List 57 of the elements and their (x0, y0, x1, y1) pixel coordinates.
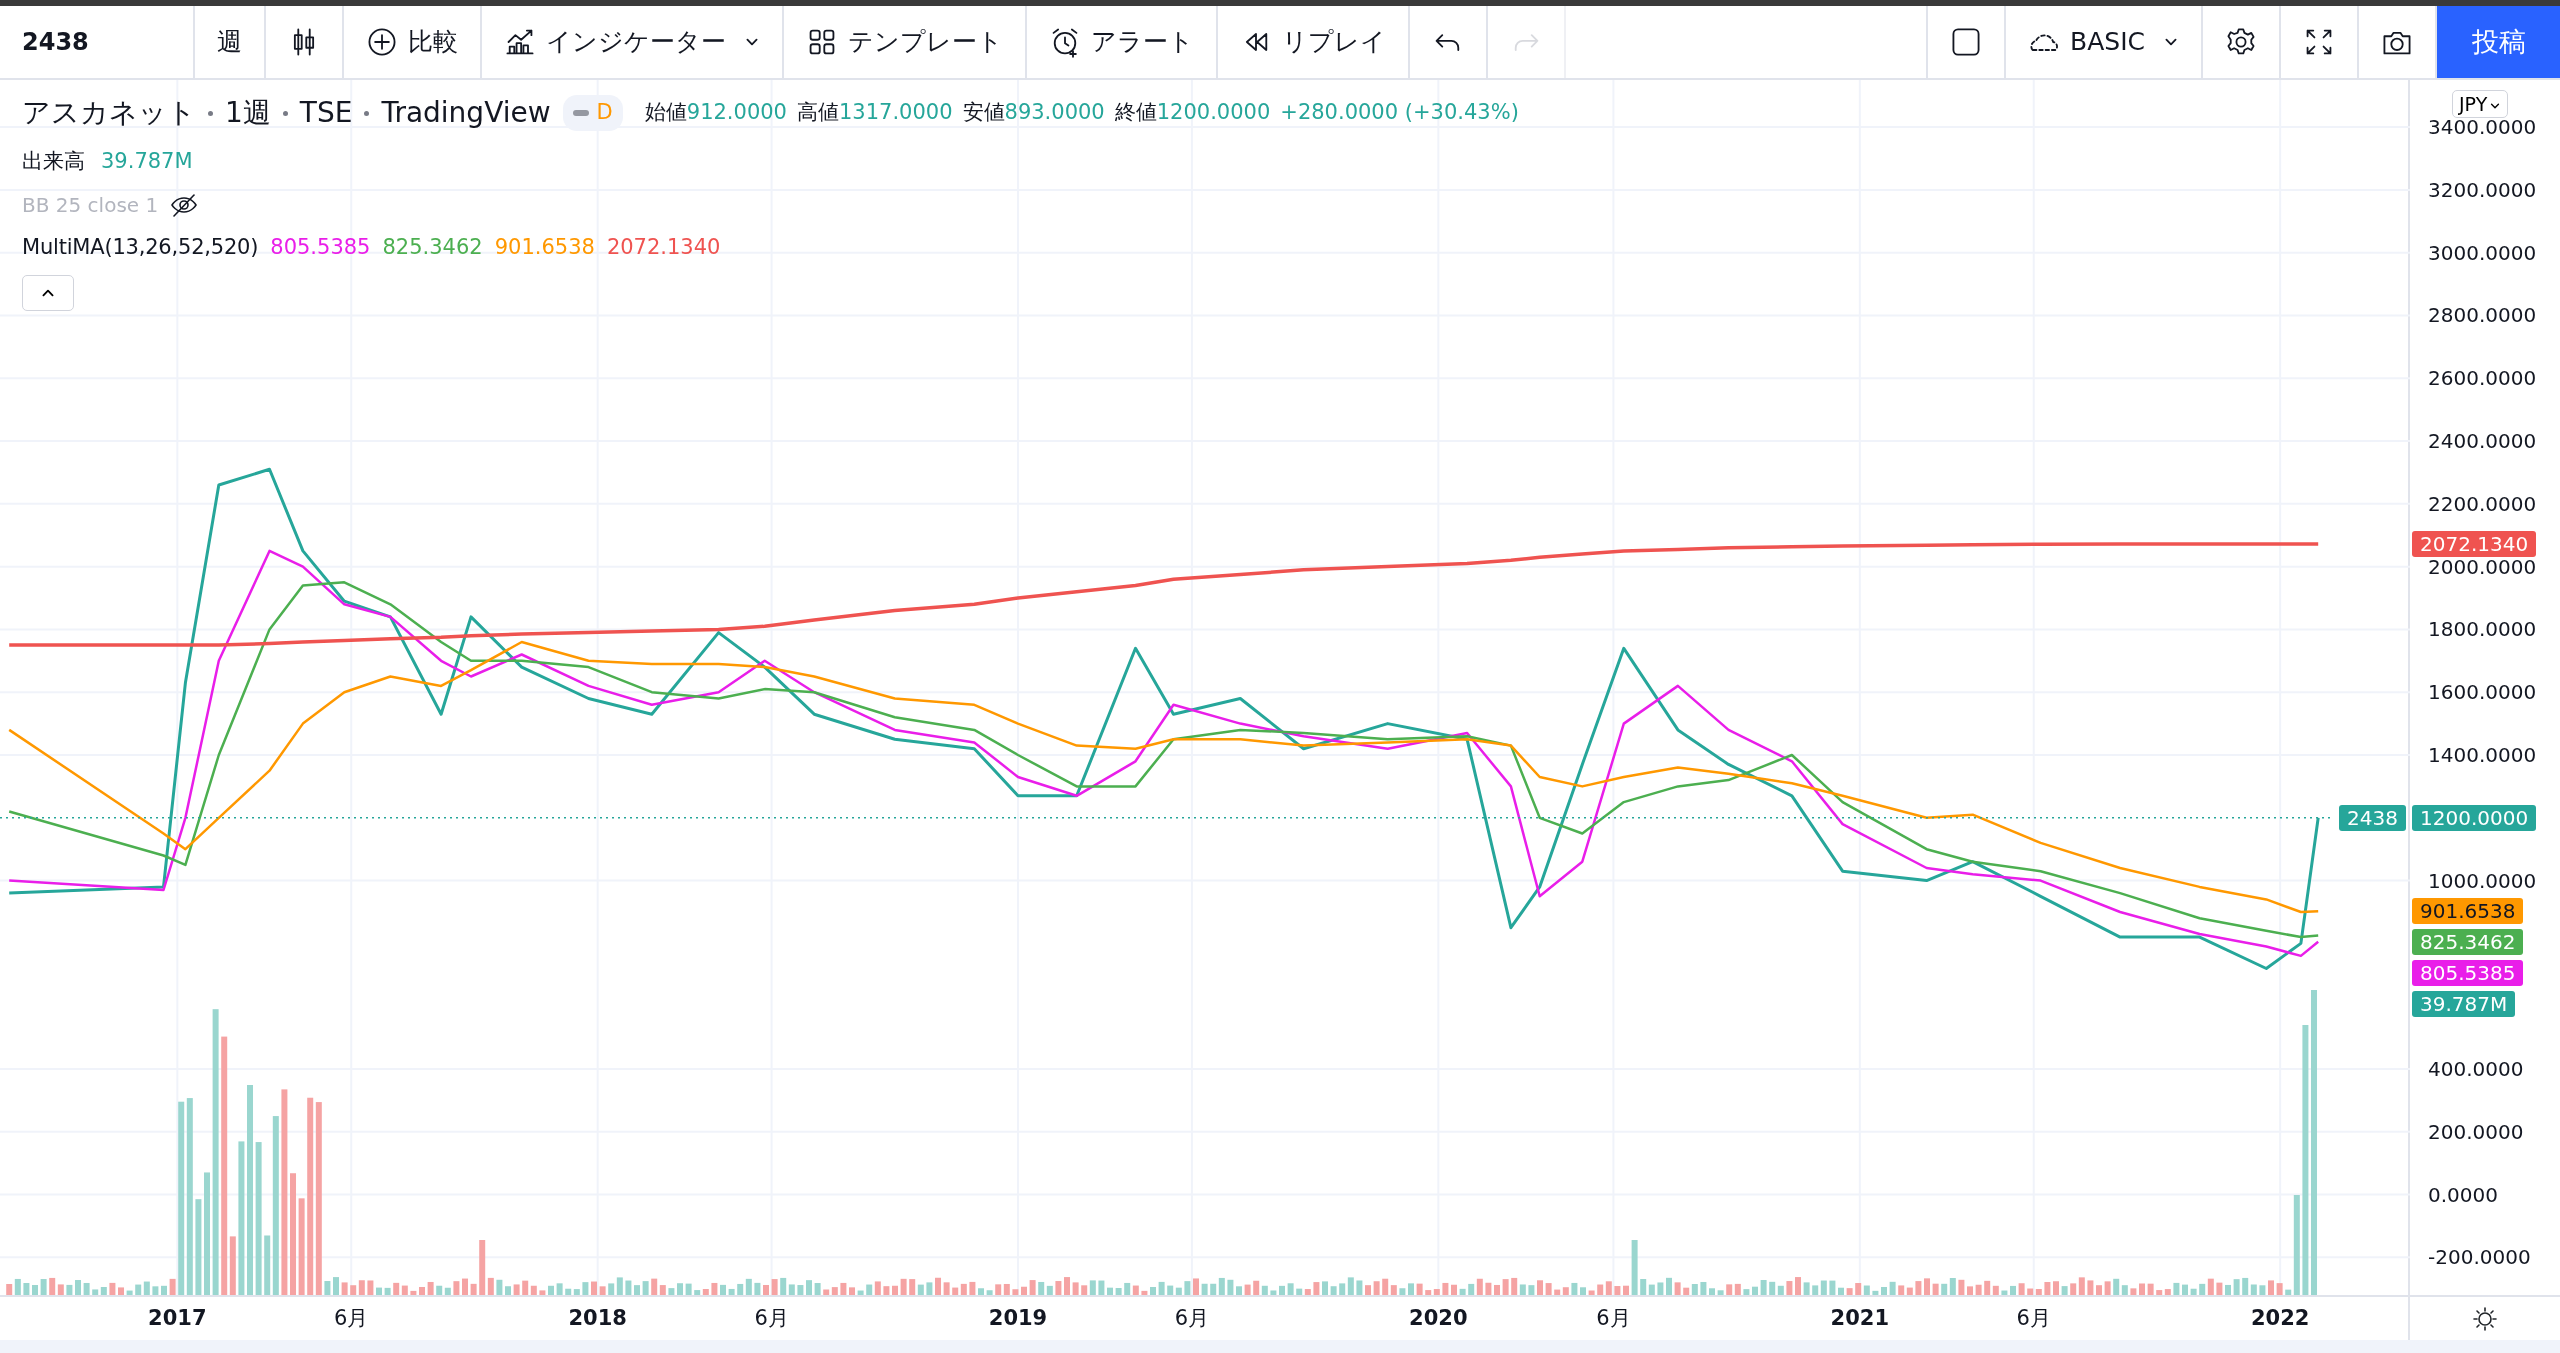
price-tick-label: 1600.0000 (2428, 682, 2537, 703)
price-tick-label: 2600.0000 (2428, 368, 2537, 389)
alert-button[interactable]: アラート (1027, 6, 1218, 78)
time-tick-label: 6月 (2016, 1305, 2051, 1331)
time-tick-label: 6月 (754, 1305, 789, 1331)
legend-title: アスカネット (22, 95, 196, 131)
time-tick-label: 2021 (1830, 1305, 1890, 1331)
price-tick-label: 2200.0000 (2428, 493, 2537, 514)
legend-title: TSE (299, 95, 353, 131)
time-tick-label: 6月 (1596, 1305, 1631, 1331)
time-tick-label: 2019 (988, 1305, 1048, 1331)
time-tick-label: 2022 (2250, 1305, 2310, 1331)
publish-button[interactable]: 投稿 (2437, 6, 2560, 78)
symbol-label[interactable]: 2438 (0, 6, 195, 78)
legend-title: TradingView (381, 95, 551, 131)
indicator-value: 2072.1340 (606, 233, 721, 261)
price-tick-label: 1400.0000 (2428, 745, 2537, 765)
time-tick-label: 6月 (1174, 1305, 1210, 1331)
cloud-plan-button[interactable]: BASIC (2006, 6, 2203, 78)
price-tick-label: 200.0000 (2428, 1121, 2524, 1142)
indicator-value: 39.787M (101, 148, 193, 175)
time-tick-label: 2017 (148, 1305, 207, 1331)
compare-button[interactable]: 比較 (344, 6, 482, 78)
price-tick-label: 3400.0000 (2428, 117, 2537, 138)
time-tick-label: 6月 (334, 1305, 369, 1331)
volume-indicator-name[interactable]: 出来高 (22, 146, 85, 178)
price-tick-label: 2800.0000 (2428, 305, 2537, 326)
price-label: 901.6538 (2412, 898, 2524, 925)
time-tick-label: 2018 (568, 1305, 627, 1331)
interval-button[interactable]: 週 (195, 6, 266, 78)
price-label: 1200.0000 (2412, 804, 2537, 831)
currency-button[interactable]: JPY (2452, 90, 2509, 118)
volume-label: 39.787M (2412, 991, 2516, 1018)
moving-average-indicator-name[interactable]: MultiMA(13,26,52,520) (22, 231, 259, 263)
price-tick-label: 0.0000 (2428, 1184, 2498, 1205)
price-tick-label: -200.0000 (2428, 1247, 2531, 1268)
indicator-value: 901.6538 (494, 233, 595, 261)
time-tick-label: 2020 (1409, 1305, 1468, 1331)
ohlc-values: 始値912.0000 高値1317.0000 安値893.0000 終値1200.0000 +280.0000 (+30.43%) (644, 99, 1519, 127)
price-tick-label: 2400.0000 (2428, 431, 2537, 452)
status-badge: D (562, 95, 623, 131)
price-tick-label: 400.0000 (2428, 1058, 2524, 1079)
price-label: 805.5385 (2412, 960, 2524, 987)
price-tick-label: 2000.0000 (2428, 556, 2537, 577)
indicator-value: 805.5385 (270, 233, 371, 261)
legend-title: 1週 (225, 95, 271, 131)
price-label: 2072.1340 (2412, 531, 2537, 557)
price-tick-label: 3000.0000 (2428, 242, 2537, 263)
indicators-button[interactable]: インジケーター (482, 6, 784, 78)
price-tick-label: 1000.0000 (2428, 870, 2537, 891)
price-tick-label: 1800.0000 (2428, 619, 2537, 640)
replay-button[interactable]: リプレイ (1218, 6, 1410, 78)
templates-button[interactable]: テンプレート (784, 6, 1027, 78)
price-tick-label: 3200.0000 (2428, 179, 2537, 200)
price-label: 825.3462 (2412, 929, 2524, 956)
indicator-value: 825.3462 (382, 233, 483, 261)
symbol-tag: 2438 (2339, 804, 2406, 831)
